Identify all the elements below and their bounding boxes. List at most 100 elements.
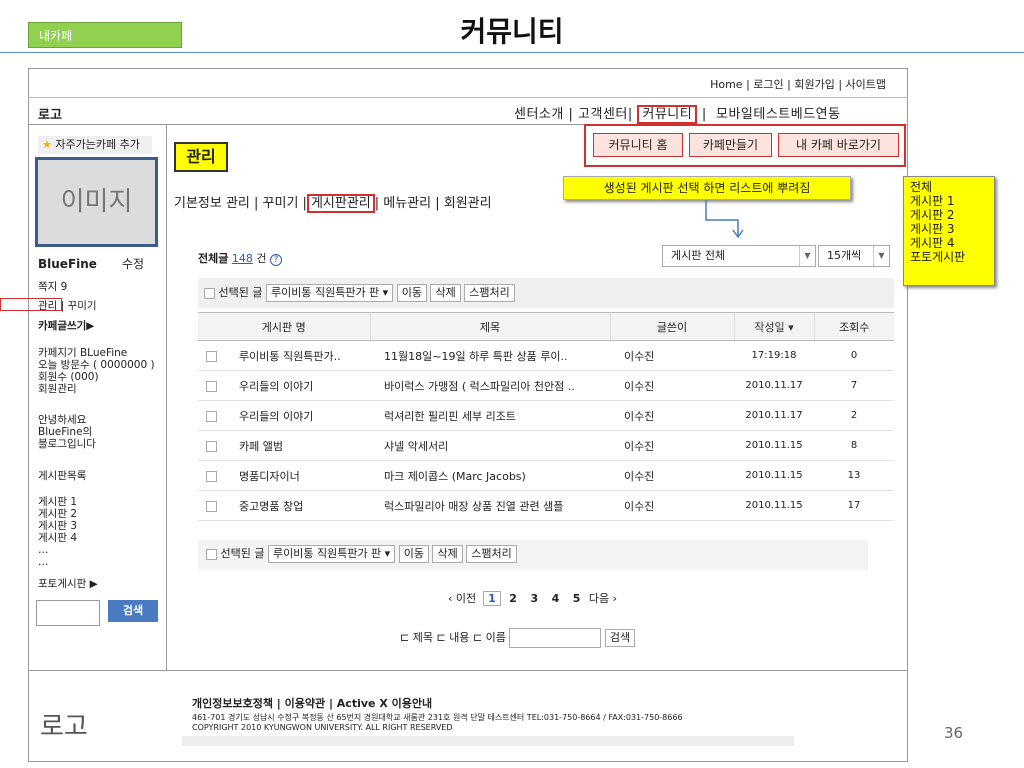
page-link[interactable]: 5: [573, 592, 581, 605]
edit-link[interactable]: 수정: [122, 258, 144, 270]
total-count: 전체글 148 건 ?: [198, 250, 282, 266]
table-row[interactable]: 우리들의 이야기 바이럭스 가맹점 ( 럭스파밀리아 천안점 .. 이수진 2010.…: [198, 370, 894, 401]
cell-date: 17:19:18: [734, 340, 814, 371]
nav-mobile-testbed[interactable]: 모바일테스트베드연동: [716, 107, 841, 122]
cafe-name: BlueFine: [38, 257, 97, 271]
sidebar-board-1[interactable]: 게시판 1: [38, 496, 77, 508]
table-row[interactable]: 우리들의 이야기 럭셔리한 필리핀 세부 리조트 이수진 2010.11.17 2: [198, 400, 894, 431]
sidebar-divider: [166, 124, 167, 670]
nav-support[interactable]: 고객센터: [578, 107, 628, 122]
top-links[interactable]: Home | 로그인 | 회원가입 | 사이트맵: [710, 76, 886, 92]
board-filter-select[interactable]: 게시판 전체 ▼: [662, 245, 816, 267]
tab-basic-decorate[interactable]: 기본정보 관리 | 꾸미기 |: [174, 196, 307, 211]
nav-community[interactable]: 커뮤니티: [637, 105, 698, 124]
copyright-line: COPYRIGHT 2010 KYUNGWON UNIVERSITY. ALL …: [192, 723, 453, 732]
sidebar-board-2[interactable]: 게시판 2: [38, 508, 77, 520]
cell-title[interactable]: 럭스파밀리아 매장 상품 진열 관련 샘플: [370, 490, 610, 521]
checkbox-icon[interactable]: ⊏: [436, 631, 445, 644]
page-link-current[interactable]: 1: [483, 591, 501, 606]
move-button[interactable]: 이동: [396, 284, 427, 302]
cell-title[interactable]: 럭셔리한 필리핀 세부 리조트: [370, 400, 610, 431]
messages-link[interactable]: 쪽지 9: [38, 281, 67, 293]
cell-date: 2010.11.15: [734, 430, 814, 461]
total-unit: 건: [256, 252, 267, 265]
cell-author: 이수진: [610, 460, 734, 491]
tab-menu-member[interactable]: | 메뉴관리 | 회원관리: [375, 196, 492, 211]
col-board-name[interactable]: 게시판 명: [198, 312, 370, 341]
sidebar-board-4[interactable]: 게시판 4: [38, 532, 77, 544]
checkbox-icon[interactable]: ⊏: [400, 631, 409, 644]
move-button[interactable]: 이동: [398, 545, 429, 563]
title-divider: [0, 52, 1024, 53]
dropdown-option: 게시판 2: [910, 208, 955, 222]
nav-center[interactable]: 센터소개: [514, 107, 564, 122]
cell-title[interactable]: 바이럭스 가맹점 ( 럭스파밀리아 천안점 ..: [370, 370, 610, 401]
table-row[interactable]: 중고명품 창업 럭스파밀리아 매장 상품 진열 관련 샘플 이수진 2010.11.1…: [198, 490, 894, 521]
page-link[interactable]: 2: [509, 592, 517, 605]
cell-title[interactable]: 마크 제이콥스 (Marc Jacobs): [370, 460, 610, 491]
write-post-link[interactable]: 카페글쓰기▶: [38, 320, 94, 332]
cell-board: 명품디자이너: [198, 460, 370, 491]
row-checkbox[interactable]: [206, 411, 217, 422]
member-manage-link[interactable]: 회원관리: [38, 383, 155, 395]
search-button[interactable]: 검색: [604, 629, 636, 647]
cell-views: 13: [814, 460, 894, 491]
sidebar-board-3[interactable]: 게시판 3: [38, 520, 77, 532]
create-cafe-button[interactable]: 카페만들기: [689, 133, 772, 157]
col-title[interactable]: 제목: [369, 312, 610, 341]
board-list: 게시판 1 게시판 2 게시판 3 게시판 4 … …: [38, 496, 77, 568]
cell-title[interactable]: 11월18일~19일 하루 특판 상품 루이..: [370, 340, 610, 371]
spam-button[interactable]: 스팸처리: [466, 545, 517, 563]
page-link[interactable]: 3: [530, 592, 538, 605]
table-row[interactable]: 카페 앨범 샤넬 악세서리 이수진 2010.11.15 8: [198, 430, 894, 461]
community-home-button[interactable]: 커뮤니티 홈: [593, 133, 683, 157]
cell-title[interactable]: 샤넬 악세서리: [370, 430, 610, 461]
photo-board-link[interactable]: 포토게시판 ▶: [38, 578, 98, 590]
my-cafe-button[interactable]: 내 카페 바로가기: [778, 133, 899, 157]
table-row[interactable]: 루이비통 직원특판가.. 11월18일~19일 하루 특판 상품 루이.. 이수진 1…: [198, 340, 894, 371]
manage-tabs: 기본정보 관리 | 꾸미기 | 게시판관리 | 메뉴관리 | 회원관리: [174, 192, 492, 213]
search-input[interactable]: [509, 628, 602, 648]
header-logo[interactable]: 로고: [38, 104, 62, 123]
delete-button[interactable]: 삭제: [432, 545, 463, 563]
search-opt-name[interactable]: 이름: [486, 631, 506, 644]
greeting-line: 블로그입니다: [38, 438, 96, 450]
page-link[interactable]: 4: [552, 592, 560, 605]
favorite-cafe-button[interactable]: ★ 자주가는카페 추가: [38, 136, 152, 154]
row-checkbox[interactable]: [206, 501, 217, 512]
move-board-value: 루이비통 직원특판가 판: [270, 286, 380, 299]
cell-author: 이수진: [610, 370, 734, 401]
row-checkbox[interactable]: [206, 471, 217, 482]
per-page-select[interactable]: 15개씩 ▼: [818, 245, 890, 267]
total-label: 전체글: [198, 252, 229, 265]
help-icon[interactable]: ?: [270, 254, 282, 266]
total-number[interactable]: 148: [232, 252, 253, 265]
search-opt-title[interactable]: 제목: [413, 631, 433, 644]
sidebar-search-button[interactable]: 검색: [108, 600, 158, 622]
next-page-link[interactable]: 다음 ›: [589, 592, 617, 605]
sidebar-board-ellipsis: …: [38, 556, 49, 568]
tab-board-manage[interactable]: 게시판관리: [306, 194, 375, 213]
footer-links[interactable]: 개인정보보호정책 | 이용약관 | Active X 이용안내: [192, 695, 432, 711]
row-checkbox[interactable]: [206, 381, 217, 392]
move-board-select[interactable]: 루이비통 직원특판가 판 ▾: [265, 284, 394, 302]
sidebar-search-input[interactable]: [36, 600, 100, 626]
move-board-select[interactable]: 루이비통 직원특판가 판 ▾: [267, 545, 396, 563]
bottom-search: ⊏ 제목 ⊏ 내용 ⊏ 이름 검색: [400, 628, 636, 648]
cell-author: 이수진: [610, 340, 734, 371]
col-views[interactable]: 조회수: [813, 312, 894, 341]
col-date[interactable]: 작성일 ▾: [733, 312, 814, 341]
row-checkbox[interactable]: [206, 441, 217, 452]
table-row[interactable]: 명품디자이너 마크 제이콥스 (Marc Jacobs) 이수진 2010.11.15…: [198, 460, 894, 491]
select-all-checkbox[interactable]: [204, 287, 215, 299]
prev-page-link[interactable]: ‹ 이전: [448, 592, 476, 605]
search-opt-content[interactable]: 내용: [449, 631, 469, 644]
delete-button[interactable]: 삭제: [430, 284, 461, 302]
select-all-checkbox[interactable]: [206, 548, 217, 560]
cell-author: 이수진: [610, 430, 734, 461]
row-checkbox[interactable]: [206, 351, 217, 362]
col-author[interactable]: 글쓴이: [609, 312, 734, 341]
selected-label: 선택된 글: [218, 286, 263, 299]
spam-button[interactable]: 스팸처리: [464, 284, 515, 302]
checkbox-icon[interactable]: ⊏: [473, 631, 482, 644]
